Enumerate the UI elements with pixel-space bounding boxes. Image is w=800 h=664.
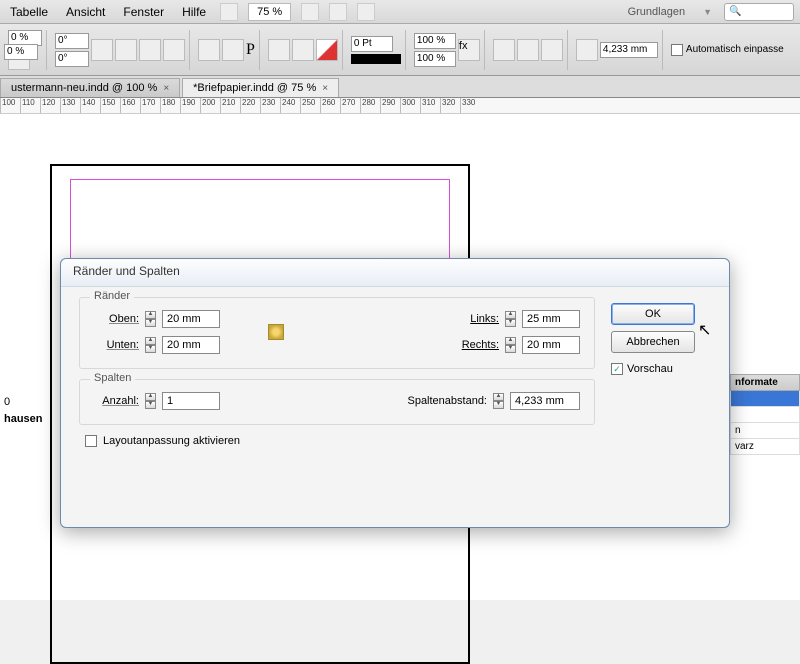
spinner[interactable]: ▲▼ [493,393,504,409]
close-icon[interactable]: × [163,83,169,94]
scale-x-field[interactable]: 100 % [414,33,456,49]
menu-tabelle[interactable]: Tabelle [6,3,52,21]
document-tab-active[interactable]: *Briefpapier.indd @ 75 %× [182,78,339,97]
list-item[interactable]: varz [730,439,800,455]
arrange-icon[interactable] [357,3,375,21]
menu-ansicht[interactable]: Ansicht [62,3,109,21]
text-wrap-shape-icon[interactable] [541,39,563,61]
text-wrap-bounding-icon[interactable] [517,39,539,61]
input-left-margin[interactable] [522,310,580,328]
scale-y-field[interactable]: 100 % [414,51,456,67]
opacity-field-b[interactable]: 0 % [4,44,38,60]
spinner[interactable]: ▲▼ [505,311,516,327]
zoom-level[interactable]: 75 % [248,3,291,21]
panel-header[interactable]: nformate [730,374,800,391]
rotate-ccw-icon[interactable] [115,39,137,61]
flip-h-icon[interactable] [139,39,161,61]
spinner[interactable]: ▲▼ [145,337,156,353]
label-rechts: Rechts: [451,339,499,351]
search-icon: 🔍 [729,6,741,17]
input-gutter[interactable] [510,392,580,410]
list-item[interactable] [730,391,800,407]
menu-fenster[interactable]: Fenster [119,3,168,21]
link-margins-icon[interactable] [268,324,284,340]
label-anzahl: Anzahl: [94,395,139,407]
group-label: Spalten [90,372,135,384]
label-unten: Unten: [94,339,139,351]
select-content-icon[interactable] [222,39,244,61]
cancel-button[interactable]: Abbrechen [611,331,695,353]
spinner[interactable]: ▲▼ [145,393,156,409]
chevron-down-icon: ▼ [703,7,712,17]
rotate-field-b[interactable]: 0° [55,51,89,67]
effects-icon[interactable] [292,39,314,61]
bridge-icon[interactable] [220,3,238,21]
label-oben: Oben: [94,313,139,325]
constrain-icon[interactable] [268,39,290,61]
dialog-title: Ränder und Spalten [61,259,729,287]
stroke-style-swatch[interactable] [351,54,401,64]
screen-mode-icon[interactable] [329,3,347,21]
control-toolbar: 0 % 0°0° P 0 Pt 100 %100 % fx 4,233 mm A [0,24,800,76]
styles-panel: nformate n varz [730,374,800,455]
flip-v-icon[interactable] [163,39,185,61]
search-input[interactable]: 🔍 [724,3,794,21]
stroke-weight-field[interactable]: 0 Pt [351,36,393,52]
layout-adjust-checkbox[interactable]: Layoutanpassung aktivieren [79,435,595,447]
preview-checkbox[interactable]: ✓Vorschau [611,363,711,375]
fx-icon[interactable]: fx [458,39,480,61]
document-tabs: ustermann-neu.indd @ 100 %× *Briefpapier… [0,76,800,98]
spinner[interactable]: ▲▼ [145,311,156,327]
input-top-margin[interactable] [162,310,220,328]
label-links: Links: [451,313,499,325]
text-frame-fragment: 0 hausen [0,394,43,427]
paragraph-icon[interactable]: P [246,41,255,59]
input-column-count[interactable] [162,392,220,410]
margins-columns-dialog: Ränder und Spalten Ränder Oben: ▲▼ Unten:… [60,258,730,528]
list-item[interactable]: n [730,423,800,439]
text-wrap-none-icon[interactable] [493,39,515,61]
view-options-icon[interactable] [301,3,319,21]
frame-fitting-field[interactable]: 4,233 mm [600,42,658,58]
horizontal-ruler: 1001101201301401501601701801902002102202… [0,98,800,114]
select-container-icon[interactable] [198,39,220,61]
close-icon[interactable]: × [322,83,328,94]
input-right-margin[interactable] [522,336,580,354]
input-bottom-margin[interactable] [162,336,220,354]
no-stroke-icon[interactable] [316,39,338,61]
rotate-field-a[interactable]: 0° [55,33,89,49]
columns-group: Spalten Anzahl:▲▼ Spaltenabstand:▲▼ [79,379,595,425]
menu-hilfe[interactable]: Hilfe [178,3,210,21]
frame-fitting-icon[interactable] [576,39,598,61]
group-label: Ränder [90,290,134,302]
workspace-switcher[interactable]: Grundlagen [622,4,692,20]
auto-fit-checkbox[interactable]: Automatisch einpasse [671,44,784,56]
rotate-cw-icon[interactable] [91,39,113,61]
label-spaltenabstand: Spaltenabstand: [382,395,487,407]
document-tab[interactable]: ustermann-neu.indd @ 100 %× [0,78,180,97]
ok-button[interactable]: OK [611,303,695,325]
margins-group: Ränder Oben:▲▼ Unten:▲▼ Links:▲▼ Rechts:… [79,297,595,369]
list-item[interactable] [730,407,800,423]
menu-bar: Tabelle Ansicht Fenster Hilfe 75 % Grund… [0,0,800,24]
spinner[interactable]: ▲▼ [505,337,516,353]
